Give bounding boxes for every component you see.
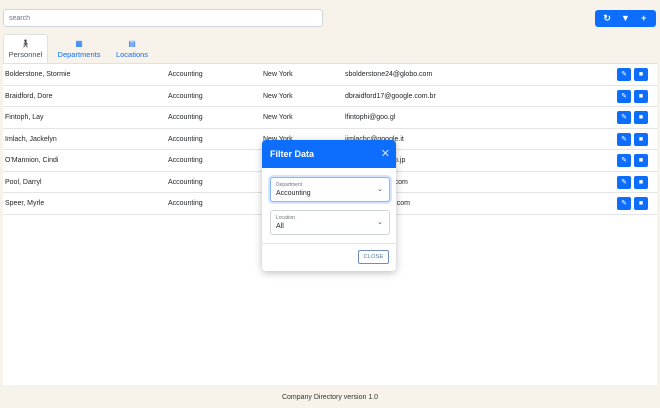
row-department: Accounting <box>168 200 203 207</box>
tab-bar: 🚶︎ Personnel ▦ Departments ▤ Locations <box>0 34 660 63</box>
row-name: Braidford, Dore <box>5 92 53 100</box>
edit-pencil-icon[interactable]: ✎ <box>617 89 631 103</box>
location-select-label: Location <box>276 215 295 221</box>
row-department: Accounting <box>168 114 203 121</box>
row-name: Fintoph, Lay <box>5 114 44 121</box>
department-select-label: Department <box>276 182 303 188</box>
filter-modal: Filter Data ✕ Department Accounting ⌄ Lo… <box>262 140 396 271</box>
plus-icon[interactable]: + <box>636 10 652 27</box>
edit-pencil-icon[interactable]: ✎ <box>617 111 631 124</box>
row-department: Accounting <box>168 135 203 143</box>
edit-pencil-icon[interactable]: ✎ <box>617 154 631 167</box>
delete-trash-icon[interactable]: ■ <box>634 132 648 146</box>
tab-locations[interactable]: ▤ Locations <box>113 34 151 63</box>
tab-label: Personnel <box>8 50 43 59</box>
edit-pencil-icon[interactable]: ✎ <box>617 175 631 189</box>
location-select[interactable]: Location All ⌄ <box>270 210 390 235</box>
edit-pencil-icon[interactable]: ✎ <box>617 132 631 146</box>
row-department: Accounting <box>168 71 203 78</box>
delete-trash-icon[interactable]: ■ <box>634 154 648 167</box>
row-department: Accounting <box>168 157 203 164</box>
chevron-down-icon: ⌄ <box>377 186 383 193</box>
edit-pencil-icon[interactable]: ✎ <box>617 68 631 81</box>
row-department: Accounting <box>168 92 203 100</box>
department-select-value: Accounting <box>276 190 311 197</box>
search-input[interactable] <box>3 9 323 27</box>
close-icon[interactable]: ✕ <box>381 140 390 168</box>
map-icon: ▤ <box>128 38 136 48</box>
edit-pencil-icon[interactable]: ✎ <box>617 197 631 210</box>
tab-label: Departments <box>57 49 101 59</box>
tab-personnel[interactable]: 🚶︎ Personnel <box>3 34 48 63</box>
row-name: Bolderstone, Stormie <box>5 71 71 78</box>
department-select[interactable]: Department Accounting ⌄ <box>270 177 390 202</box>
building-icon: ▦ <box>75 38 83 48</box>
divider <box>262 243 396 244</box>
delete-trash-icon[interactable]: ■ <box>634 111 648 124</box>
row-location: New York <box>263 71 293 78</box>
refresh-icon[interactable]: ↻ <box>599 10 615 27</box>
delete-trash-icon[interactable]: ■ <box>634 89 648 103</box>
table-row: Braidford, Dore Accounting New York dbra… <box>3 86 657 107</box>
row-department: Accounting <box>168 178 203 186</box>
row-email: sbolderstone24@globo.com <box>345 71 433 78</box>
toolbar-button-group: ↻ ▼ + <box>595 10 656 27</box>
row-name: Speer, Myrle <box>5 200 45 207</box>
person-icon: 🚶︎ <box>20 39 31 48</box>
row-location: New York <box>263 92 293 100</box>
chevron-down-icon: ⌄ <box>377 219 383 226</box>
delete-trash-icon[interactable]: ■ <box>634 175 648 189</box>
row-email: dbraidford17@google.com.br <box>345 92 436 100</box>
company-directory-app: ↻ ▼ + 🚶︎ Personnel ▦ Departments ▤ Locat… <box>0 0 660 408</box>
table-row: Fintoph, Lay Accounting New York lfintop… <box>3 107 657 129</box>
footer-version: Company Directory version 1.0 <box>281 394 379 401</box>
row-location: New York <box>263 114 293 121</box>
row-name: Imlach, Jackelyn <box>5 135 57 143</box>
row-name: Pool, Darryl <box>5 178 42 186</box>
location-select-value: All <box>276 223 284 230</box>
tab-label: Locations <box>115 49 149 59</box>
delete-trash-icon[interactable]: ■ <box>634 68 648 81</box>
tab-departments[interactable]: ▦ Departments <box>55 34 103 63</box>
row-email: lfintophi@goo.gl <box>345 114 396 121</box>
modal-title: Filter Data <box>270 149 315 159</box>
table-row: Bolderstone, Stormie Accounting New York… <box>3 64 657 86</box>
modal-header: Filter Data ✕ <box>262 140 396 168</box>
row-name: O'Mannion, Cindi <box>5 157 59 164</box>
delete-trash-icon[interactable]: ■ <box>634 197 648 210</box>
close-button[interactable]: CLOSE <box>358 250 389 264</box>
filter-icon[interactable]: ▼ <box>617 10 633 27</box>
